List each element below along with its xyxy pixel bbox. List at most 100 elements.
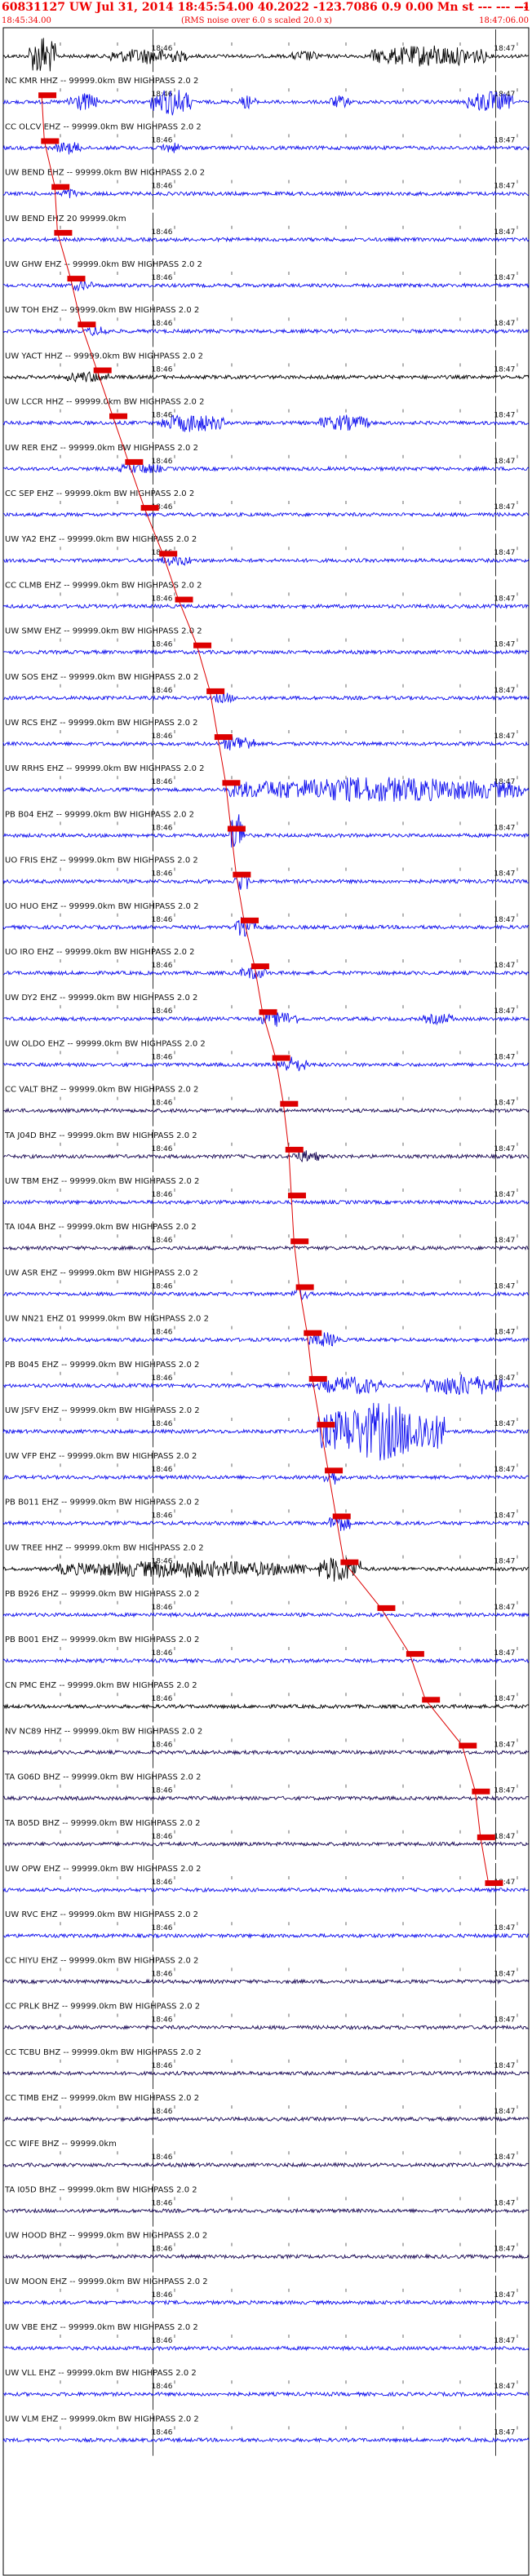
trace-label: CC HIYU EHZ -- 99999.0km BW HIGHPASS 2.0… [5, 1956, 198, 1965]
minute-label: 18:47 [494, 458, 515, 466]
trace-label: PB B001 EHZ -- 99999.0km BW HIGHPASS 2.0… [5, 1635, 199, 1644]
trace-label: TA J04D BHZ -- 99999.0km BW HIGHPASS 2.0… [4, 1131, 197, 1140]
trace-uw-tree: UW TREE HHZ -- 99999.0km BW HIGHPASS 2.0… [2, 1542, 530, 1585]
minute-label: 18:46 [152, 1879, 173, 1887]
waveform [2, 1516, 530, 1531]
pick-marker [290, 1238, 309, 1245]
trace-label: CC PRLK BHZ -- 99999.0km BW HIGHPASS 2.0… [5, 2003, 200, 2012]
waveform [2, 2207, 530, 2215]
minute-label: 18:47 [494, 2383, 515, 2391]
trace-uo-huo: UO HUO EHZ -- 99999.0km BW HIGHPASS 2.0 … [2, 900, 530, 943]
waveform [2, 1749, 530, 1756]
waveform [2, 90, 530, 116]
waveform [2, 2299, 530, 2306]
trace-uw-dy2: UW DY2 EHZ -- 99999.0km BW HIGHPASS 2.0 … [2, 992, 530, 1035]
minute-label: 18:47 [494, 733, 515, 741]
trace-uw-tbm: UW TBM EHZ -- 99999.0km BW HIGHPASS 2.0 … [2, 1175, 530, 1219]
waveform [2, 871, 530, 890]
minute-label: 18:46 [152, 1649, 173, 1658]
trace-uw-rrhs: UW RRHS EHZ -- 99999.0km BW HIGHPASS 2.0… [2, 763, 530, 806]
trace-label: UW LCCR HHZ -- 99999.0km BW HIGHPASS 2.0… [5, 398, 204, 407]
trace-label: UW TOH EHZ -- 99999.0km BW HIGHPASS 2.0 … [5, 306, 199, 315]
minute-label: 18:46 [152, 1833, 173, 1841]
waveform [2, 2162, 530, 2168]
trace-label: UW JSFV EHZ -- 99999.0km BW HIGHPASS 2.0… [5, 1406, 200, 1415]
waveform [2, 142, 530, 155]
minute-label: 18:46 [152, 1237, 173, 1245]
waveform [2, 38, 530, 72]
trace-cc-hiyu: CC HIYU EHZ -- 99999.0km BW HIGHPASS 2.0… [2, 1954, 530, 1998]
minute-label: 18:47 [494, 595, 515, 603]
minute-label: 18:47 [494, 1924, 515, 1932]
waveform [2, 188, 530, 199]
waveform [2, 1374, 530, 1396]
trace-uw-bend-ehz20: UW BEND EHZ 20 99999.0km 18:46 18:47 [2, 212, 530, 255]
trace-label: UW TBM EHZ -- 99999.0km BW HIGHPASS 2.0 … [5, 1177, 199, 1186]
trace-uw-vlm: UW VLM EHZ -- 99999.0km BW HIGHPASS 2.0 … [2, 2413, 530, 2456]
trace-label: UW MOON EHZ -- 99999.0km BW HIGHPASS 2.0… [5, 2277, 208, 2286]
minute-label: 18:47 [494, 503, 515, 511]
pick-marker [54, 229, 73, 236]
seismogram-plot: 18:46 18:47 NC KMR HHZ -- 99999.0km BW HIG… [2, 27, 530, 2576]
minute-label: 18:46 [152, 1695, 173, 1703]
minute-label: 18:46 [152, 2383, 173, 2391]
trace-label: UW OLDO EHZ -- 99999.0km BW HIGHPASS 2.0… [5, 1039, 206, 1048]
trace-label: UW VBE EHZ -- 99999.0km BW HIGHPASS 2.0 … [5, 2323, 198, 2332]
minute-label: 18:46 [152, 595, 173, 603]
waveform [2, 1107, 530, 1114]
minute-label: 18:47 [494, 412, 515, 420]
waveform [2, 1795, 530, 1802]
waveform [2, 1887, 530, 1893]
trace-label: PB B045 EHZ -- 99999.0km BW HIGHPASS 2.0… [5, 1361, 199, 1370]
waveform [2, 736, 530, 750]
waveform [2, 2345, 530, 2352]
waveform [2, 1150, 530, 1162]
trace-uw-oldo: UW OLDO EHZ -- 99999.0km BW HIGHPASS 2.0… [2, 1038, 530, 1081]
minute-label: 18:46 [152, 1604, 173, 1612]
trace-uw-ya2: UW YA2 EHZ -- 99999.0km BW HIGHPASS 2.0 … [2, 533, 530, 577]
trace-label: UO IRO EHZ -- 99999.0km BW HIGHPASS 2.0 … [5, 948, 195, 957]
minute-label: 18:47 [494, 2108, 515, 2116]
trace-pb-b045: PB B045 EHZ -- 99999.0km BW HIGHPASS 2.0… [2, 1358, 530, 1401]
trace-uw-rer: UW RER EHZ -- 99999.0km BW HIGHPASS 2.0 … [2, 441, 530, 485]
minute-label: 18:47 [494, 274, 515, 282]
minute-label: 18:47 [494, 1833, 515, 1841]
trace-label: CC TIMB EHZ -- 99999.0km BW HIGHPASS 2.0… [5, 2094, 199, 2103]
waveform [2, 1978, 530, 1985]
minute-label: 18:46 [152, 45, 173, 53]
trace-uw-asr: UW ASR EHZ -- 99999.0km BW HIGHPASS 2.0 … [2, 1267, 530, 1310]
trace-pb-b011: PB B011 EHZ -- 99999.0km BW HIGHPASS 2.0… [2, 1496, 530, 1539]
minute-label: 18:46 [152, 458, 173, 466]
minute-label: 18:46 [152, 824, 173, 832]
minute-label: 18:46 [152, 183, 173, 191]
trace-label: CC TCBU BHZ -- 99999.0km BW HIGHPASS 2.0… [5, 2048, 202, 2057]
waveform [2, 1557, 530, 1582]
minute-label: 18:46 [152, 1053, 173, 1061]
minute-label: 18:47 [494, 1329, 515, 1337]
minute-label: 18:46 [152, 733, 173, 741]
trace-label: NC KMR HHZ -- 99999.0km BW HIGHPASS 2.0 … [5, 77, 198, 86]
minute-label: 18:46 [152, 1374, 173, 1383]
trace-label: UW SOS EHZ -- 99999.0km BW HIGHPASS 2.0 … [5, 673, 198, 682]
minute-label: 18:46 [152, 1282, 173, 1290]
minute-label: 18:47 [494, 1970, 515, 1978]
minute-label: 18:47 [494, 228, 515, 237]
trace-label: UW HOOD BHZ -- 99999.0km BW HIGHPASS 2.0… [5, 2232, 207, 2241]
minute-label: 18:47 [494, 916, 515, 924]
minute-label: 18:46 [152, 2016, 173, 2025]
minute-label: 18:46 [152, 1787, 173, 1795]
minute-label: 18:47 [494, 2337, 515, 2345]
minute-label: 18:47 [494, 1787, 515, 1795]
trace-label: TA I05D BHZ -- 99999.0km BW HIGHPASS 2.0… [4, 2185, 197, 2194]
minute-label: 18:47 [494, 2153, 515, 2162]
trace-label: CC WIFE BHZ -- 99999.0km [5, 2140, 117, 2149]
waveform [3, 1703, 530, 1710]
trace-ta-b05d: TA B05D BHZ -- 99999.0km BW HIGHPASS 2.0… [2, 1817, 530, 1860]
trace-pb-b04: PB B04 EHZ -- 99999.0km BW HIGHPASS 2.0 … [2, 808, 530, 852]
minute-label: 18:47 [494, 1007, 515, 1016]
minute-label: 18:46 [152, 2108, 173, 2116]
trace-label: UW OPW EHZ -- 99999.0km BW HIGHPASS 2.0 … [5, 1865, 202, 1874]
trace-uw-opw: UW OPW EHZ -- 99999.0km BW HIGHPASS 2.0 … [2, 1863, 530, 1906]
minute-label: 18:46 [152, 1466, 173, 1474]
minute-label: 18:47 [494, 1512, 515, 1520]
